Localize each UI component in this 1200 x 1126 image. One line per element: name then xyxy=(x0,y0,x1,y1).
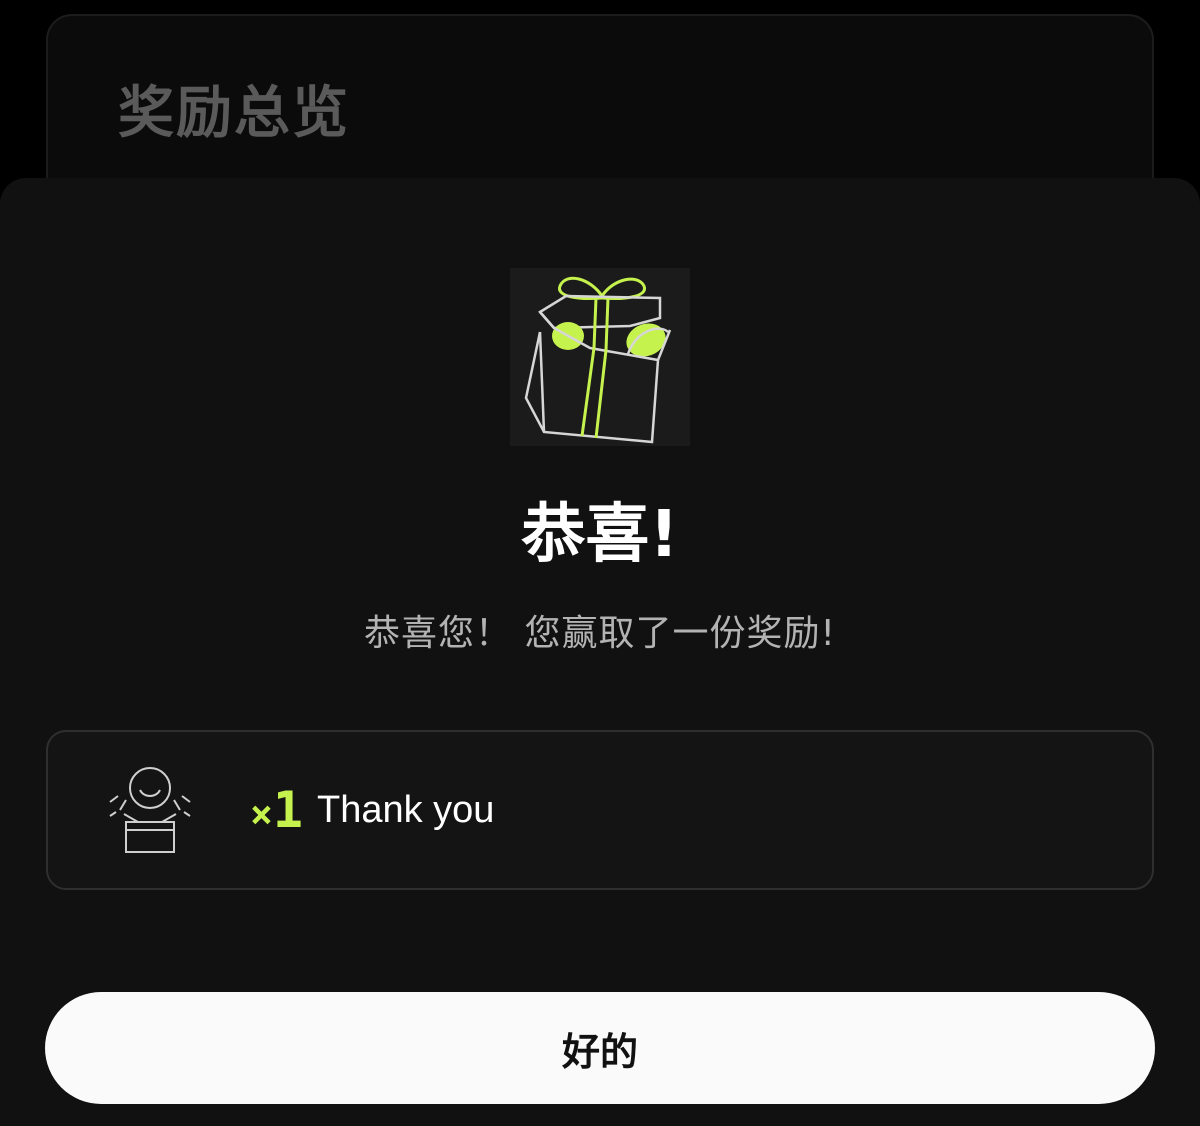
gift-box-icon xyxy=(510,268,690,446)
modal-title: 恭喜! xyxy=(521,498,679,572)
thank-you-person-icon xyxy=(108,766,192,858)
page: 奖励总览 恭喜! 恭喜您！ 您赢取了一份奖励! ×1 Thank you 好的 xyxy=(0,0,1200,1126)
reward-item-card: ×1 Thank you xyxy=(46,730,1154,890)
reward-multiplier: ×1 xyxy=(250,781,303,839)
reward-text: ×1 Thank you xyxy=(250,778,494,842)
modal-subtitle: 恭喜您！ 您赢取了一份奖励! xyxy=(364,613,836,654)
rewards-overview-title: 奖励总览 xyxy=(118,81,350,146)
ok-button[interactable]: 好的 xyxy=(45,992,1155,1104)
reward-modal-sheet: 恭喜! 恭喜您！ 您赢取了一份奖励! ×1 Thank you 好的 xyxy=(0,178,1200,1126)
reward-name: Thank you xyxy=(317,788,495,831)
